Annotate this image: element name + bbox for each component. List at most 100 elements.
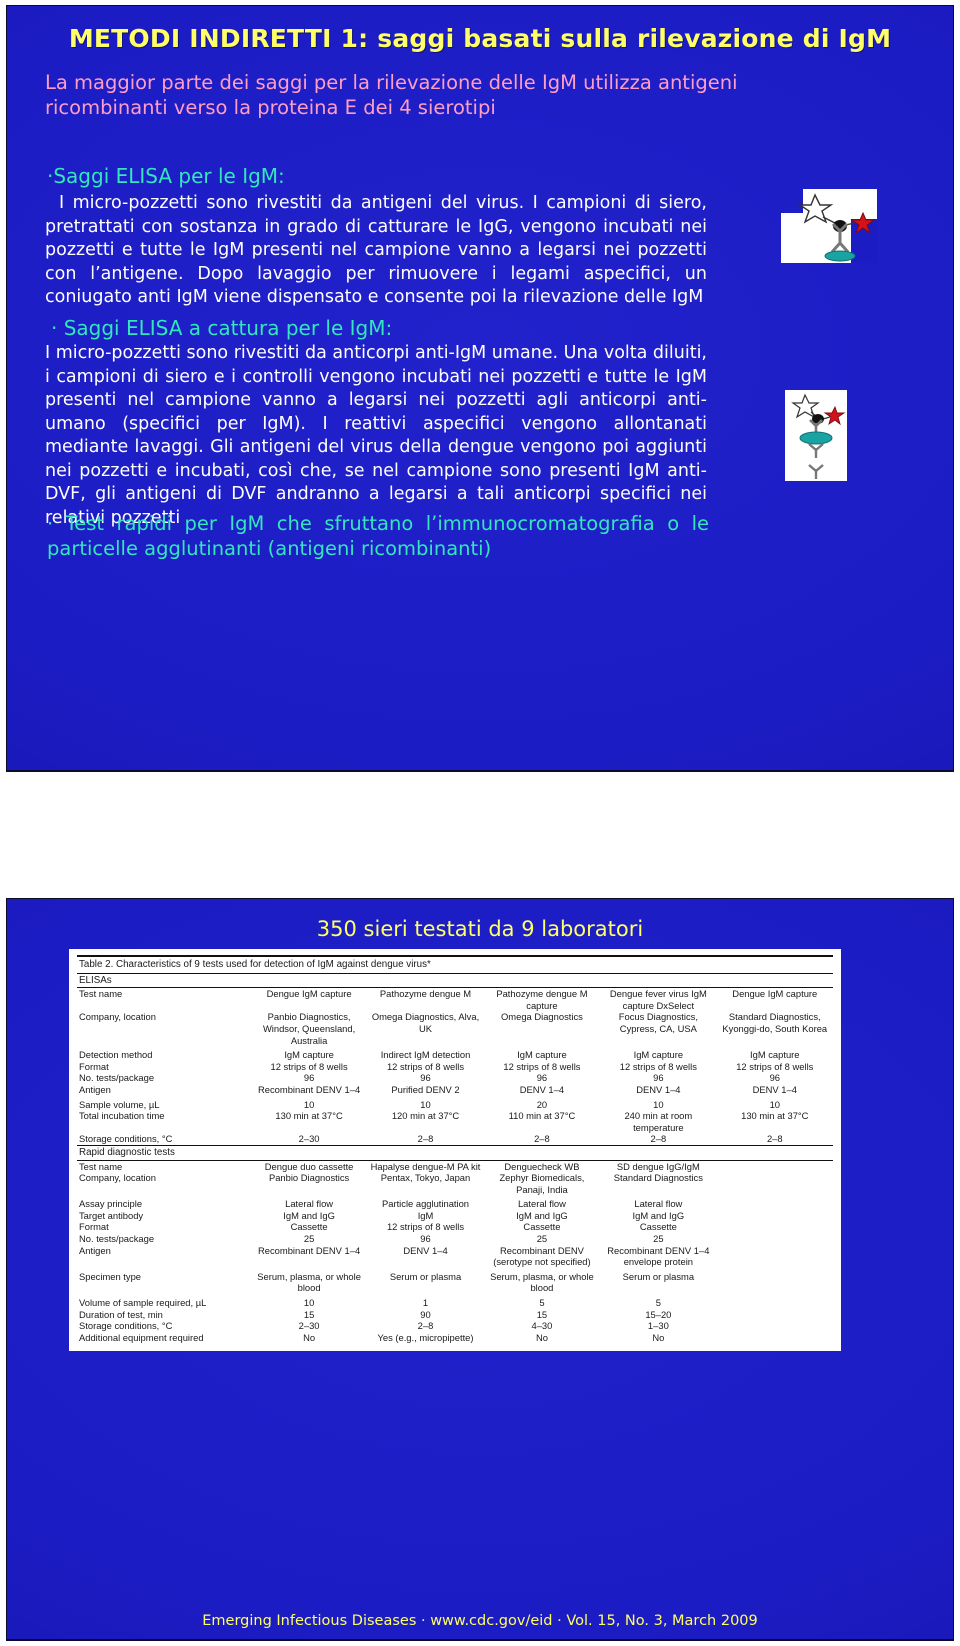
row-value: Omega Diagnostics, Alva, UK (371, 1011, 480, 1034)
row-label: Specimen type (79, 1270, 142, 1282)
row-value: IgM capture (284, 1049, 334, 1061)
row-value: Pentax, Tokyo, Japan (380, 1172, 471, 1184)
row-label: No. tests/package (79, 1233, 155, 1245)
table-row: No. tests/package 96 96 96 96 96 (77, 1072, 833, 1084)
table-row: Detection method IgM capture Indirect IgM … (77, 1049, 833, 1061)
row-value: Dengue IgM capture (250, 987, 368, 1012)
row-label: Total incubation time (79, 1110, 165, 1122)
row-value: Lateral flow (634, 1198, 683, 1210)
row-label: Format (79, 1221, 109, 1233)
row-value-empty (717, 1233, 833, 1245)
row-label: Antigen (79, 1083, 111, 1095)
row-value: DENV 1–4 (636, 1083, 681, 1095)
row-value: 12 strips of 8 wells (270, 1060, 348, 1072)
row-value: 5 (655, 1297, 661, 1309)
row-value: Serum or plasma (622, 1270, 695, 1282)
row-value-empty (717, 1221, 833, 1233)
row-value: 240 min at room temperature (624, 1110, 693, 1133)
row-value: Pathozyme dengue M capture (483, 987, 601, 1012)
row-value: IgM and IgG (516, 1209, 568, 1221)
row-value: No (652, 1331, 665, 1343)
table-row: Duration of test, min 15 90 15 15–20 (77, 1309, 833, 1321)
row-value: Dengue fever virus IgM capture DxSelect (600, 987, 717, 1012)
row-label: Sample volume, µL (79, 1098, 160, 1110)
row-label: Detection method (79, 1049, 153, 1061)
table-section-rapid: Rapid diagnostic tests (77, 1144, 833, 1160)
row-value-empty (717, 1198, 833, 1210)
table-caption-row: Table 2. Characteristics of 9 tests used… (77, 954, 833, 974)
row-value: IgM capture (517, 1049, 567, 1061)
row-value: DENV 1–4 (519, 1083, 565, 1095)
row-value: Indirect IgM detection (380, 1049, 471, 1061)
paragraph-elisa-capture: I micro-pozzetti sono rivestiti da antic… (45, 343, 707, 528)
row-value: 2–8 (534, 1133, 550, 1145)
row-value: Standard Diagnostics (613, 1172, 703, 1184)
row-label: Test name (77, 1159, 251, 1173)
row-value: 96 (769, 1072, 780, 1084)
table-row: Volume of sample required, µL 10 1 5 5 (77, 1297, 833, 1309)
row-value: 15–20 (645, 1308, 672, 1320)
slide-table-results: 350 sieri testati da 9 laboratori Table … (6, 898, 954, 1640)
row-value-empty (717, 1332, 833, 1344)
table-row: Specimen type Serum, plasma, or whole blo… (77, 1271, 833, 1294)
row-value: 15 (303, 1308, 315, 1320)
paragraph-elisa-igm: I micro-pozzetti sono rivestiti da antig… (45, 193, 707, 307)
row-value: 10 (653, 1098, 664, 1110)
row-value: SD dengue IgG/IgM (600, 1159, 717, 1173)
row-value: IgM (417, 1209, 434, 1221)
elisa-assay-diagram-icon (777, 189, 877, 263)
eid-table-card: Table 2. Characteristics of 9 tests used… (69, 949, 841, 1352)
row-value: 130 min at 37°C (741, 1110, 809, 1122)
row-value: Recombinant DENV 1–4 envelope protein (607, 1244, 710, 1268)
row-value: 5 (539, 1297, 545, 1309)
row-value: Purified DENV 2 (391, 1083, 460, 1095)
row-value-empty (717, 1271, 833, 1294)
slide-indirect-methods: METODI INDIRETTI 1: saggi basati sulla r… (6, 5, 954, 771)
row-value: Recombinant DENV (serotype not specified… (493, 1244, 591, 1268)
row-value: No (303, 1331, 316, 1343)
row-value: No (535, 1331, 548, 1343)
table-row: Sample volume, µL 10 10 20 10 10 (77, 1099, 833, 1111)
row-value: Particle agglutination (381, 1198, 470, 1210)
bullet-heading-elisa-igm: ·Saggi ELISA per le IgM: (47, 164, 285, 188)
row-value-empty (717, 1172, 833, 1195)
slide2-heading: 350 sieri testati da 9 laboratori (316, 917, 644, 941)
table-row: Target antibody IgM and IgG IgM IgM and IgG… (77, 1210, 833, 1222)
row-value: Hapalyse dengue-M PA kit (367, 1159, 484, 1173)
table-row: Test name Dengue duo cassette Hapalyse den… (77, 1159, 833, 1173)
row-value: 96 (653, 1072, 664, 1084)
row-label: Storage conditions, °C (79, 1133, 173, 1145)
row-value: 2–8 (766, 1133, 783, 1145)
row-value: 1–30 (647, 1320, 669, 1332)
row-value: 2–8 (650, 1133, 667, 1145)
capture-elisa-assay-diagram-icon (785, 390, 847, 481)
row-value: Standard Diagnostics, Kyonggi-do, South … (722, 1011, 828, 1034)
row-value: IgM and IgG (283, 1209, 335, 1221)
row-value: Omega Diagnostics (501, 1011, 583, 1023)
bullet-heading-elisa-capture: · Saggi ELISA a cattura per le IgM: (51, 316, 393, 340)
table-row: Test name Dengue IgM capture Pathozyme den… (77, 987, 833, 1012)
row-label: No. tests/package (79, 1072, 155, 1084)
table-row: Format 12 strips of 8 wells 12 strips of 8… (77, 1061, 833, 1073)
row-value-empty (717, 1210, 833, 1222)
row-label: Volume of sample required, µL (79, 1297, 207, 1309)
row-value: 2–30 (298, 1133, 320, 1145)
row-value: Dengue duo cassette (250, 1159, 368, 1173)
row-value: 10 (769, 1098, 780, 1110)
row-value: Serum, plasma, or whole blood (490, 1270, 594, 1294)
row-value: 2–30 (298, 1320, 320, 1332)
row-value: 20 (536, 1098, 548, 1110)
row-value-empty (717, 1245, 833, 1268)
table-section-label: Rapid diagnostic tests (77, 1144, 833, 1160)
row-value: 96 (303, 1072, 315, 1084)
table-row: Company, location Panbio Diagnostics, Win… (77, 1011, 833, 1046)
row-value: 2–8 (417, 1133, 434, 1145)
table-row: Antigen Recombinant DENV 1–4 Purified DENV… (77, 1084, 833, 1096)
row-value: 10 (303, 1297, 315, 1309)
row-value: Cassette (639, 1221, 677, 1233)
row-value: Cassette (290, 1221, 328, 1233)
row-value: Panbio Diagnostics, Windsor, Queensland,… (262, 1011, 356, 1046)
table-row: Company, location Panbio Diagnostics Penta… (77, 1172, 833, 1195)
row-value: Yes (e.g., micropipette) (377, 1331, 474, 1343)
row-value: 10 (303, 1098, 315, 1110)
